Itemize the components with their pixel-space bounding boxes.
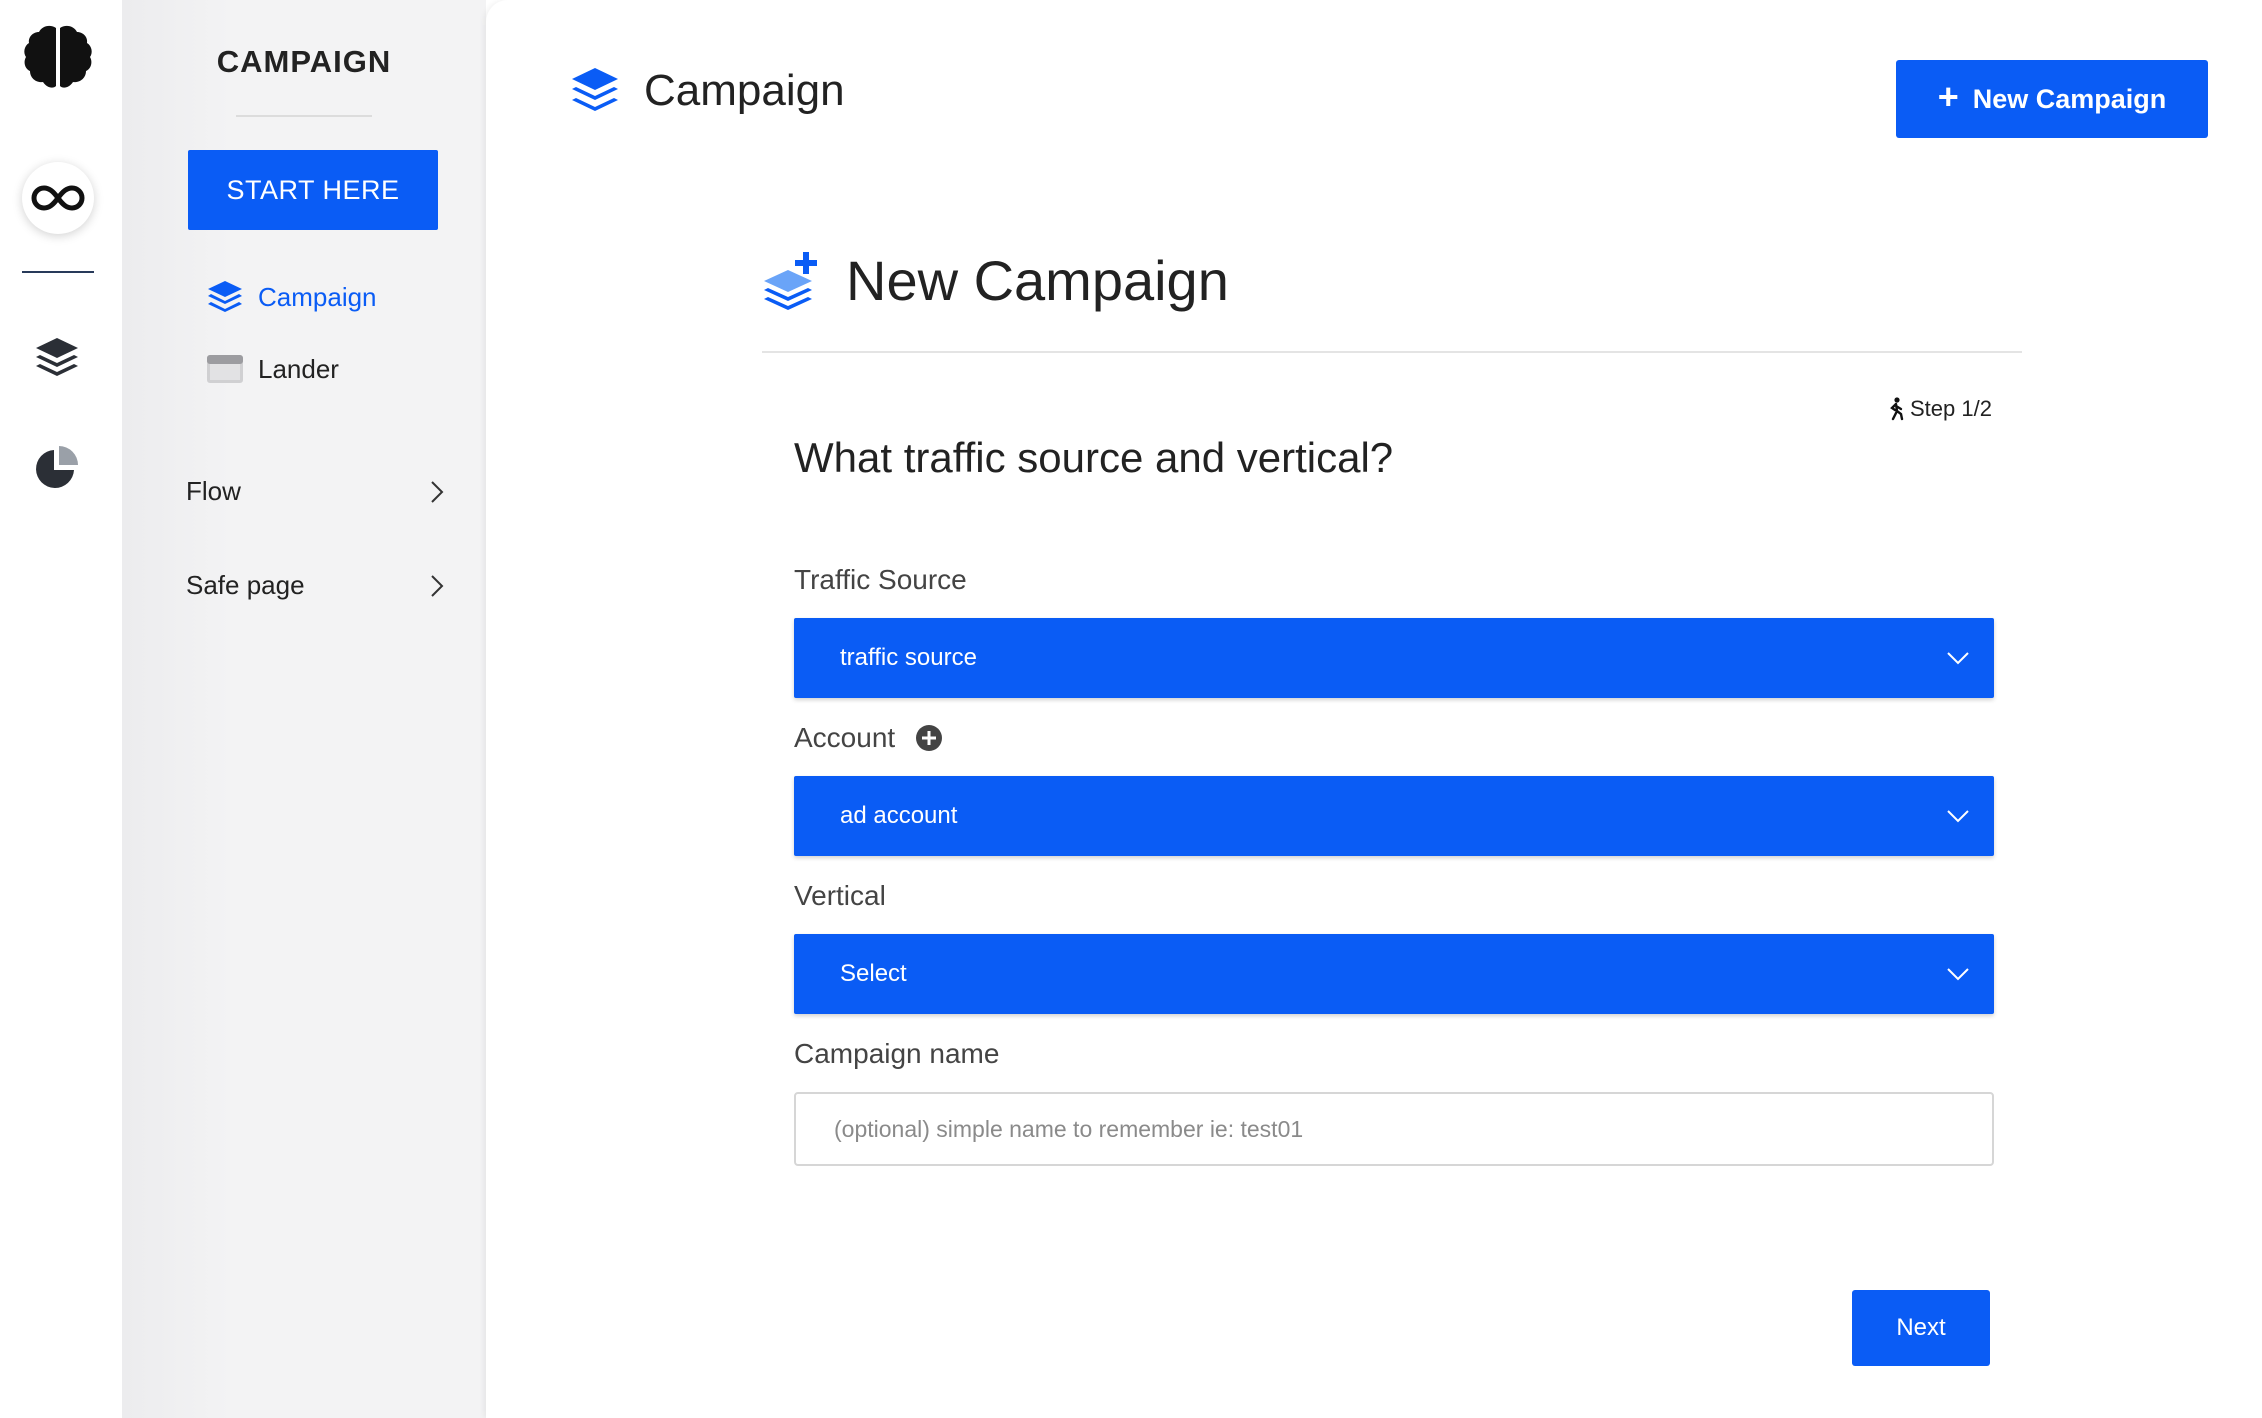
account-value: ad account bbox=[840, 802, 958, 829]
account-select[interactable]: ad account bbox=[794, 776, 1994, 856]
chevron-right-icon bbox=[431, 574, 444, 597]
infinity-icon bbox=[31, 185, 85, 211]
chevron-down-icon bbox=[1947, 652, 1969, 665]
vertical-value: Select bbox=[840, 960, 907, 987]
sidebar-group-safe-page[interactable]: Safe page bbox=[186, 570, 446, 601]
sidebar-title: CAMPAIGN bbox=[216, 44, 392, 79]
brain-icon[interactable] bbox=[22, 22, 94, 94]
infinity-button[interactable] bbox=[22, 162, 94, 234]
chevron-right-icon bbox=[431, 480, 444, 503]
sidebar-divider bbox=[236, 115, 372, 117]
account-label: Account bbox=[794, 722, 896, 753]
form-header: New Campaign bbox=[762, 248, 1229, 313]
add-layer-icon bbox=[762, 250, 824, 312]
chevron-down-icon bbox=[1947, 810, 1969, 823]
traffic-source-value: traffic source bbox=[840, 644, 977, 671]
traffic-source-select[interactable]: traffic source bbox=[794, 618, 1994, 698]
sidebar-item-label: Campaign bbox=[258, 281, 377, 312]
chevron-down-icon bbox=[1947, 968, 1969, 981]
icon-rail bbox=[0, 0, 122, 1418]
sidebar-group-label: Safe page bbox=[186, 570, 305, 600]
main-panel: Campaign + New Campaign New Campaign Ste… bbox=[486, 0, 2262, 1418]
page-header: Campaign bbox=[570, 66, 845, 116]
sidebar-group-label: Flow bbox=[186, 476, 241, 506]
sidebar-item-label: Lander bbox=[258, 353, 339, 384]
plus-icon: + bbox=[1937, 76, 1959, 117]
layers-icon bbox=[570, 66, 620, 116]
campaign-name-label: Campaign name bbox=[794, 1038, 1000, 1069]
pie-chart-icon[interactable] bbox=[34, 444, 80, 490]
campaign-name-input[interactable] bbox=[794, 1092, 1994, 1166]
sidebar: CAMPAIGN START HERE Campaign Lander Flow bbox=[122, 0, 486, 1418]
sidebar-item-campaign[interactable]: Campaign bbox=[206, 278, 377, 316]
traffic-source-label: Traffic Source bbox=[794, 564, 967, 595]
next-button[interactable]: Next bbox=[1852, 1290, 1990, 1366]
step-indicator: Step 1/2 bbox=[1886, 396, 1992, 422]
page-title: Campaign bbox=[644, 66, 845, 115]
sidebar-group-flow[interactable]: Flow bbox=[186, 476, 446, 507]
sidebar-item-lander[interactable]: Lander bbox=[206, 350, 339, 388]
form-title: New Campaign bbox=[846, 249, 1229, 312]
vertical-select[interactable]: Select bbox=[794, 934, 1994, 1014]
browser-window-icon bbox=[206, 350, 244, 388]
form-question: What traffic source and vertical? bbox=[794, 434, 1394, 481]
add-account-icon[interactable] bbox=[915, 724, 943, 752]
step-text: Step 1/2 bbox=[1910, 396, 1992, 421]
vertical-label: Vertical bbox=[794, 880, 886, 911]
rail-divider bbox=[22, 271, 94, 273]
account-label-row: Account bbox=[794, 722, 943, 754]
layers-icon bbox=[206, 278, 244, 316]
new-campaign-label: New Campaign bbox=[1972, 83, 2167, 114]
new-campaign-button[interactable]: + New Campaign bbox=[1896, 60, 2208, 138]
start-here-button[interactable]: START HERE bbox=[188, 150, 438, 230]
form-divider bbox=[762, 351, 2022, 353]
layers-icon[interactable] bbox=[34, 336, 80, 380]
walking-icon bbox=[1890, 397, 1904, 421]
